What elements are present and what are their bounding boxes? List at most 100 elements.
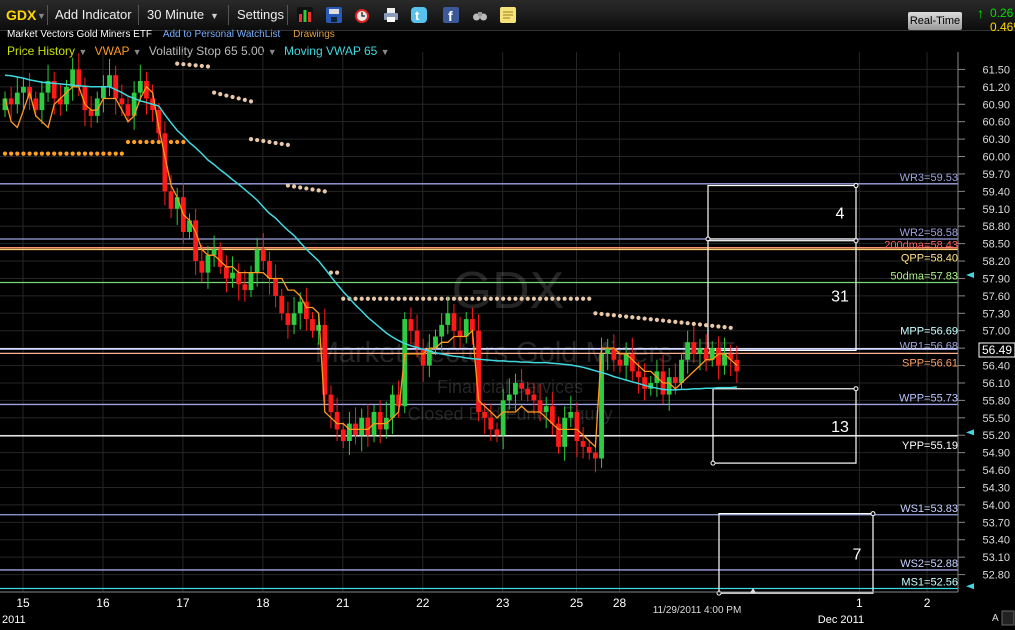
candle-body <box>254 249 260 273</box>
volatility-stop-dot <box>310 187 315 192</box>
candle-body <box>414 330 420 349</box>
volatility-stop-dot <box>101 151 106 156</box>
box-corner-handle[interactable] <box>853 386 859 392</box>
pivot-level-label: WPP=55.73 <box>899 392 958 404</box>
volatility-stop-dot <box>396 296 401 301</box>
candle-body <box>457 330 463 337</box>
volatility-stop-dot <box>175 139 180 145</box>
volatility-stop-dot <box>562 296 567 301</box>
candle-body <box>697 348 703 354</box>
candle-body <box>119 98 125 105</box>
x-tick-label: 25 <box>570 596 584 610</box>
volatility-stop-dot <box>95 151 100 156</box>
volatility-stop-dot <box>27 151 32 156</box>
count-box-label: 31 <box>831 289 849 306</box>
volatility-stop-dot <box>691 321 696 326</box>
volatility-stop-dot <box>138 139 143 145</box>
volatility-stop-dot <box>132 139 137 145</box>
volatility-stop-dot <box>587 296 592 301</box>
volatility-stop-dot <box>224 93 229 98</box>
volatility-stop-dot <box>451 296 457 301</box>
volatility-stop-dot <box>248 99 254 104</box>
volatility-stop-dot <box>212 90 217 95</box>
pivot-level-label: YPP=55.19 <box>902 440 958 452</box>
volatility-stop-dot <box>150 139 155 145</box>
candle-body <box>88 110 94 116</box>
watermark-sector: Financial Services <box>437 377 583 397</box>
volatility-stop-dot <box>273 140 278 146</box>
volatility-stop-dot <box>199 63 204 69</box>
candle-body <box>193 220 199 262</box>
volatility-stop-dot <box>525 296 530 301</box>
candle-body <box>168 191 174 209</box>
volatility-stop-dot <box>298 185 303 190</box>
pivot-level-label: MPP=56.69 <box>900 326 958 338</box>
volatility-stop-dot <box>76 151 81 156</box>
volatility-stop-dot <box>125 139 131 145</box>
candle-body <box>273 278 278 296</box>
candle-body <box>242 284 248 291</box>
volatility-stop-dot <box>685 321 690 326</box>
box-corner-handle[interactable] <box>710 460 716 466</box>
candle-body <box>205 255 211 273</box>
pivot-level-label: 50dma=57.83 <box>890 271 958 283</box>
candle-body <box>334 412 340 430</box>
y-tick-label: 52.80 <box>982 570 1010 582</box>
log-scale-toggle[interactable] <box>1001 610 1015 626</box>
current-price-label: 56.49 <box>982 343 1012 357</box>
candle-body <box>531 394 537 401</box>
volatility-stop-dot <box>458 296 463 301</box>
x-tick-label: 16 <box>96 596 110 610</box>
volatility-stop-dot <box>52 151 57 156</box>
box-corner-handle[interactable] <box>853 238 859 244</box>
y-tick-label: 55.80 <box>982 395 1010 407</box>
box-corner-handle[interactable] <box>853 183 859 189</box>
volatility-stop-dot <box>45 151 51 156</box>
volatility-stop-dot <box>365 296 370 301</box>
candle-body <box>525 388 531 395</box>
y-tick-label: 59.70 <box>982 169 1010 181</box>
volatility-stop-dot <box>636 315 641 321</box>
volatility-stop-dot <box>89 151 94 156</box>
volatility-stop-dot <box>248 136 254 142</box>
y-tick-label: 60.00 <box>982 152 1010 164</box>
volatility-stop-dot <box>2 151 8 156</box>
volatility-stop-dot <box>568 296 573 301</box>
candle-body <box>642 377 647 389</box>
x-tick-label: 17 <box>176 596 190 610</box>
candle-body <box>586 446 592 453</box>
volatility-stop-dot <box>39 151 45 156</box>
volatility-stop-dot <box>285 183 290 188</box>
x-tick-label: 18 <box>256 596 270 610</box>
candle-body <box>451 313 457 331</box>
y-tick-label: 53.40 <box>982 535 1010 547</box>
candle-body <box>14 92 20 105</box>
y-tick-label: 53.70 <box>982 517 1010 529</box>
volatility-stop-dot <box>679 320 684 325</box>
volatility-stop-dot <box>113 151 118 156</box>
candle-body <box>377 412 383 430</box>
volatility-stop-dot <box>378 296 383 301</box>
candle-body <box>494 429 500 436</box>
y-tick-label: 60.30 <box>982 134 1010 146</box>
price-chart[interactable]: GDX Market Vectors Gold Miners ETF Finan… <box>0 0 1015 630</box>
volatility-stop-dot <box>218 91 223 97</box>
indicator-marker-icon <box>966 271 974 278</box>
volatility-stop-dot <box>648 317 653 322</box>
volatility-stop-dot <box>476 296 481 301</box>
y-tick-label: 54.60 <box>982 465 1010 477</box>
vwap-line <box>4 85 738 449</box>
volatility-stop-dot <box>611 313 616 318</box>
volatility-stop-dot <box>291 184 297 189</box>
volatility-stop-dot <box>630 315 635 320</box>
candle-body <box>636 371 641 378</box>
log-scale-label: A <box>992 613 999 624</box>
candle-body <box>672 377 678 383</box>
volatility-stop-dot <box>402 296 407 301</box>
volatility-stop-dot <box>716 324 721 329</box>
candle-body <box>236 272 242 285</box>
box-corner-handle[interactable] <box>870 511 876 517</box>
candle-body <box>328 394 334 412</box>
volatility-stop-dot <box>33 151 38 156</box>
volatility-stop-dot <box>433 296 438 301</box>
